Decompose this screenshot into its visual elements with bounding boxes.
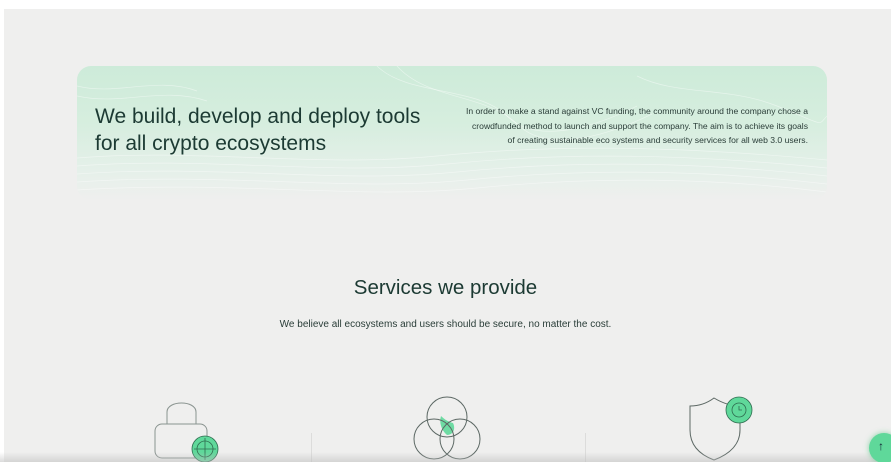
arrow-up-icon: ↑: [878, 439, 884, 453]
hero-description: In order to make a stand against VC fund…: [465, 106, 808, 145]
left-strip: [0, 0, 4, 462]
services-title: Services we provide: [353, 276, 538, 299]
services-subtitle: We believe all ecosystems and users shou…: [279, 319, 612, 330]
top-strip: [0, 0, 891, 9]
bottom-shadow: [0, 452, 891, 462]
scroll-to-top-button[interactable]: ↑: [869, 433, 891, 462]
hero-banner: We build, develop and deploy tools for a…: [77, 66, 827, 200]
hero-title: We build, develop and deploy tools for a…: [95, 105, 421, 155]
page: We build, develop and deploy tools for a…: [0, 0, 891, 462]
